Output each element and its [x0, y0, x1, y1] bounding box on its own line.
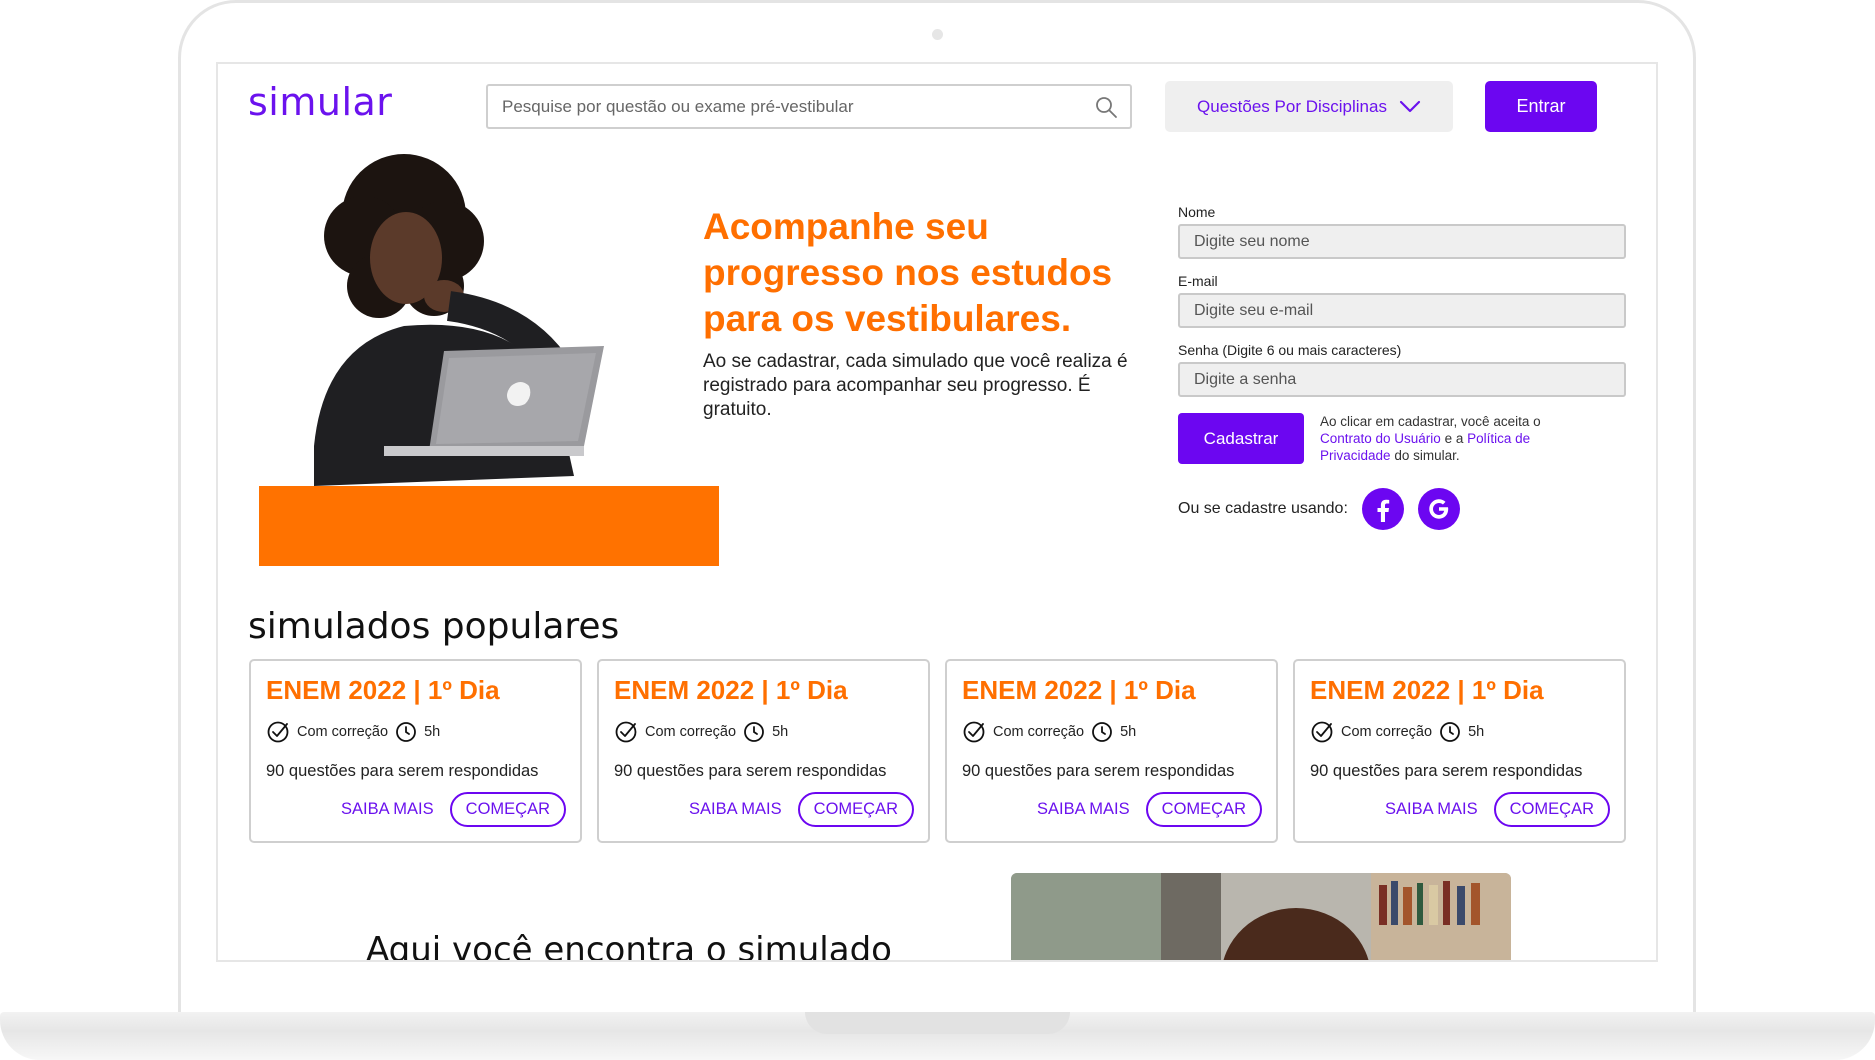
start-button[interactable]: COMEÇAR — [1145, 792, 1262, 827]
hero-orange-block — [259, 486, 719, 566]
search-box — [486, 84, 1132, 129]
card-description: 90 questões para serem respondidas — [266, 762, 539, 780]
check-circle-icon — [267, 721, 289, 743]
signup-form: Nome E-mail Senha (Digite 6 ou mais cara… — [1178, 204, 1626, 530]
check-circle-icon — [615, 721, 637, 743]
simulation-card[interactable]: ENEM 2022 | 1º Dia Com correção 5h 90 qu… — [1293, 659, 1626, 843]
password-field[interactable] — [1178, 362, 1626, 397]
popular-cards: ENEM 2022 | 1º Dia Com correção 5h 90 qu… — [249, 659, 1626, 843]
learn-more-link[interactable]: SAIBA MAIS — [1037, 800, 1130, 819]
password-label: Senha (Digite 6 ou mais caracteres) — [1178, 342, 1402, 358]
card-title: ENEM 2022 | 1º Dia — [962, 675, 1196, 705]
name-label: Nome — [1178, 204, 1216, 220]
card-meta: Com correção 5h — [962, 720, 1261, 744]
terms-suffix: do simular. — [1394, 448, 1460, 463]
learn-more-link[interactable]: SAIBA MAIS — [1385, 800, 1478, 819]
chevron-down-icon — [1399, 100, 1421, 112]
check-circle-icon — [963, 721, 985, 743]
clock-icon — [1440, 722, 1460, 742]
email-label: E-mail — [1178, 273, 1218, 289]
terms-text: Ao clicar em cadastrar, você aceita o Co… — [1320, 413, 1570, 464]
card-actions: SAIBA MAIS COMEÇAR — [1037, 792, 1262, 827]
enter-button[interactable]: Entrar — [1485, 81, 1597, 132]
terms-and: e a — [1444, 431, 1464, 446]
card-duration: 5h — [424, 724, 441, 740]
bottom-heading: Aqui você encontra o simulado — [366, 930, 892, 962]
card-actions: SAIBA MAIS COMEÇAR — [341, 792, 566, 827]
card-description: 90 questões para serem respondidas — [1310, 762, 1583, 780]
social-signup-row: Ou se cadastre usando: — [1178, 488, 1626, 530]
card-title: ENEM 2022 | 1º Dia — [1310, 675, 1544, 705]
logo[interactable]: simular — [248, 80, 392, 124]
learn-more-link[interactable]: SAIBA MAIS — [689, 800, 782, 819]
name-field[interactable] — [1178, 224, 1626, 259]
clock-icon — [396, 722, 416, 742]
search-icon[interactable] — [1094, 95, 1118, 119]
card-correction: Com correção — [1341, 724, 1433, 740]
signup-button[interactable]: Cadastrar — [1178, 413, 1304, 464]
screen: simular Questões Por Disciplinas Entrar — [216, 62, 1658, 962]
simulation-card[interactable]: ENEM 2022 | 1º Dia Com correção 5h 90 qu… — [597, 659, 930, 843]
card-correction: Com correção — [297, 724, 389, 740]
library-photo — [1011, 873, 1511, 960]
start-button[interactable]: COMEÇAR — [1493, 792, 1610, 827]
user-agreement-link[interactable]: Contrato do Usuário — [1320, 431, 1441, 446]
card-actions: SAIBA MAIS COMEÇAR — [1385, 792, 1610, 827]
card-meta: Com correção 5h — [614, 720, 913, 744]
hero-title: Acompanhe seu progresso nos estudos para… — [703, 206, 1113, 339]
card-actions: SAIBA MAIS COMEÇAR — [689, 792, 914, 827]
search-input[interactable] — [488, 86, 1130, 127]
start-button[interactable]: COMEÇAR — [797, 792, 914, 827]
start-button[interactable]: COMEÇAR — [449, 792, 566, 827]
card-meta: Com correção 5h — [1310, 720, 1609, 744]
card-duration: 5h — [772, 724, 789, 740]
card-duration: 5h — [1468, 724, 1485, 740]
card-correction: Com correção — [645, 724, 737, 740]
disciplines-dropdown[interactable]: Questões Por Disciplinas — [1165, 81, 1453, 132]
card-correction: Com correção — [993, 724, 1085, 740]
hero-subtitle: Ao se cadastrar, cada simulado que você … — [703, 351, 1128, 420]
facebook-icon[interactable] — [1361, 488, 1404, 530]
card-duration: 5h — [1120, 724, 1137, 740]
card-description: 90 questões para serem respondidas — [614, 762, 887, 780]
section-title-popular: simulados populares — [248, 606, 620, 647]
laptop-base-notch — [805, 1012, 1070, 1034]
simulation-card[interactable]: ENEM 2022 | 1º Dia Com correção 5h 90 qu… — [945, 659, 1278, 843]
card-title: ENEM 2022 | 1º Dia — [614, 675, 848, 705]
email-field[interactable] — [1178, 293, 1626, 328]
learn-more-link[interactable]: SAIBA MAIS — [341, 800, 434, 819]
camera-dot — [932, 29, 943, 40]
simulation-card[interactable]: ENEM 2022 | 1º Dia Com correção 5h 90 qu… — [249, 659, 582, 843]
clock-icon — [1092, 722, 1112, 742]
google-icon[interactable] — [1417, 488, 1460, 530]
card-meta: Com correção 5h — [266, 720, 565, 744]
signup-row: Cadastrar Ao clicar em cadastrar, você a… — [1178, 413, 1626, 464]
card-title: ENEM 2022 | 1º Dia — [266, 675, 500, 705]
card-description: 90 questões para serem respondidas — [962, 762, 1235, 780]
clock-icon — [744, 722, 764, 742]
social-label: Ou se cadastre usando: — [1178, 500, 1348, 517]
terms-prefix: Ao clicar em cadastrar, você aceita o — [1320, 414, 1541, 429]
check-circle-icon — [1311, 721, 1333, 743]
disciplines-label: Questões Por Disciplinas — [1197, 96, 1387, 116]
